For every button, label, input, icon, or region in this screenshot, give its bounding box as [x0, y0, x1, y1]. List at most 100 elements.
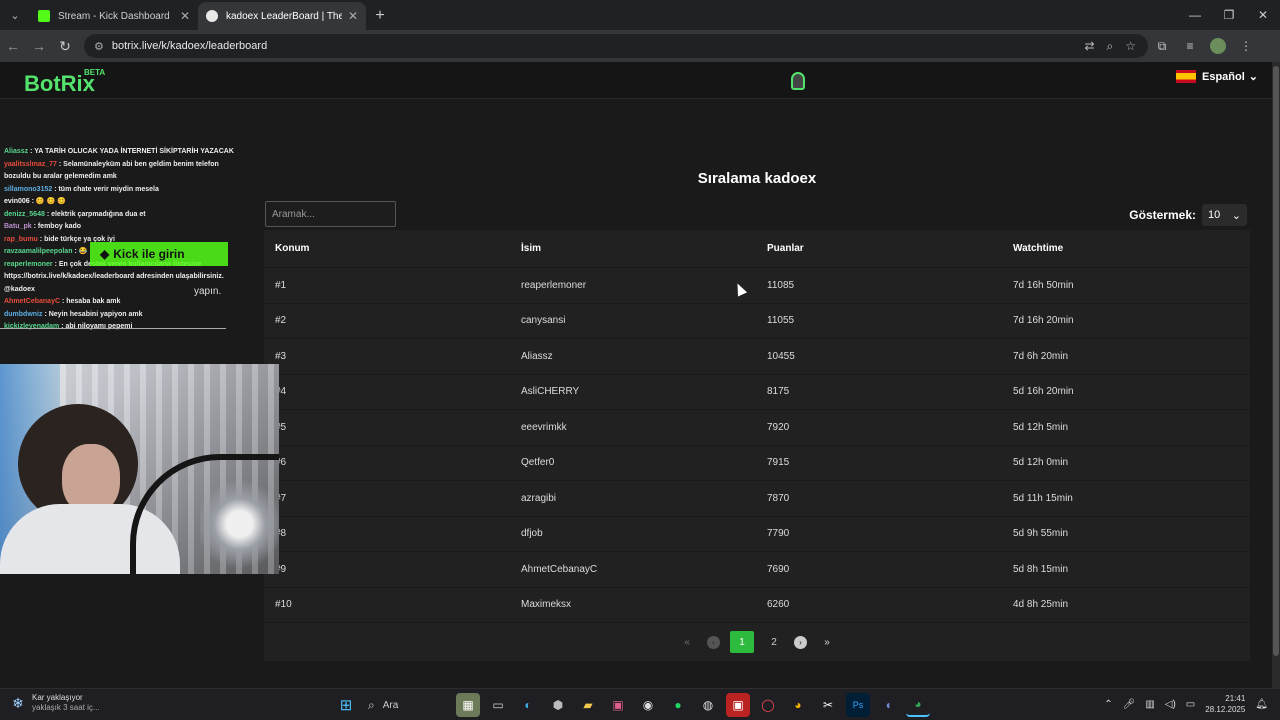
chat-username[interactable]: evin006 [4, 198, 30, 205]
battery-icon[interactable]: ▭ [1186, 699, 1195, 710]
chat-username[interactable]: Batu_pk [4, 223, 32, 230]
watchtime-cell: 7d 16h 20min [1013, 315, 1074, 327]
chrome-icon[interactable]: ◕ [786, 693, 810, 717]
chat-username[interactable]: reaperlemoner [4, 261, 53, 268]
page-size-value: 10 [1208, 209, 1221, 221]
file-explorer-icon[interactable]: ▭ [486, 693, 510, 717]
rank-cell: #8 [275, 528, 287, 540]
chat-username[interactable]: rap_bumu [4, 236, 38, 243]
table-row: #6 Qetfer0 7915 5d 12h 0min [264, 446, 1250, 481]
chat-message: Batu_pk : femboy kado [0, 221, 240, 234]
watchtime-cell: 5d 12h 5min [1013, 421, 1069, 433]
new-tab-button[interactable]: + [366, 2, 394, 30]
language-selector[interactable]: Español ⌄ [1175, 70, 1258, 83]
capcut-icon[interactable]: ✂ [816, 693, 840, 717]
tab-title: kadoex LeaderBoard | The best [226, 10, 342, 22]
app-cube-icon[interactable]: ⬢ [546, 693, 570, 717]
close-tab-icon[interactable]: ✕ [348, 9, 358, 23]
app-dark-icon[interactable]: ◍ [696, 693, 720, 717]
watchtime-cell: 5d 11h 15min [1013, 492, 1073, 504]
minimize-button[interactable]: — [1178, 0, 1212, 30]
clock[interactable]: 21:41 28.12.2025 [1205, 693, 1245, 715]
points-cell: 7690 [767, 563, 790, 575]
table-row: #3 Aliassz 10455 7d 6h 20min [264, 339, 1250, 375]
volume-icon[interactable]: ◁) [1165, 699, 1176, 710]
botrix-logo[interactable]: BotRix BETA [24, 68, 105, 97]
chat-message: yaalitsslmaz_77 : Selamünaleyküm abi ben… [0, 159, 240, 184]
chat-username[interactable]: yaalitsslmaz_77 [4, 161, 57, 168]
window-controls: — ❐ ✕ [1178, 0, 1280, 30]
network-icon[interactable]: ▥ [1145, 699, 1154, 710]
discord-icon[interactable]: ◖ [876, 693, 900, 717]
chat-username[interactable]: dumbdwniz [4, 311, 43, 318]
forward-button[interactable]: → [26, 33, 52, 59]
tab-kick-dashboard[interactable]: Stream - Kick Dashboard ✕ [30, 2, 198, 30]
address-bar[interactable]: ⚙ botrix.live/k/kadoex/leaderboard ⇄ ⌕ ☆ [84, 34, 1148, 58]
rank-cell: #1 [275, 279, 287, 291]
column-header-rank[interactable]: Konum [264, 243, 510, 254]
translate-icon[interactable]: ⇄ [1084, 39, 1094, 53]
tab-search-menu-icon[interactable]: ⌄ [0, 0, 30, 30]
prev-page-button[interactable]: ‹ [707, 635, 720, 649]
page-scrollbar[interactable] [1272, 62, 1280, 688]
restore-button[interactable]: ❐ [1212, 0, 1246, 30]
login-suffix-text: yapın. [194, 286, 222, 297]
tray-chevron-up-icon[interactable]: ⌃ [1104, 699, 1112, 710]
name-cell: reaperlemoner [521, 279, 587, 291]
language-label: Español [1201, 70, 1245, 83]
windows-start-icon[interactable]: ⊞ [334, 693, 358, 717]
microphone-icon[interactable]: 🎤︎ [1123, 699, 1136, 710]
first-page-button[interactable]: « [677, 632, 697, 652]
chat-username[interactable]: denizz_5648 [4, 211, 45, 218]
kick-login-button[interactable]: ◆ Kick ile girin [90, 242, 228, 266]
table-row: #2 canysansi 11055 7d 16h 20min [264, 304, 1250, 339]
last-page-button[interactable]: » [817, 632, 837, 652]
page-2-button[interactable]: 2 [764, 632, 784, 652]
botrix-favicon-icon [206, 10, 218, 22]
folder-icon[interactable]: ▰ [576, 693, 600, 717]
close-window-button[interactable]: ✕ [1246, 0, 1280, 30]
back-button[interactable]: ← [0, 33, 26, 59]
zoom-icon[interactable]: ⌕ [1107, 39, 1114, 54]
widgets-icon[interactable]: ▦ [456, 693, 480, 717]
chat-username[interactable]: AhmetCebanayC [4, 298, 60, 305]
kick-favicon-icon [38, 10, 50, 22]
chat-message: Aliassz : YA TARİH OLUCAK YADA İNTERNETİ… [0, 146, 240, 159]
taskbar-search[interactable]: ⌕ Ara [364, 693, 450, 717]
rank-cell: #5 [275, 421, 287, 433]
tab-botrix-leaderboard[interactable]: kadoex LeaderBoard | The best ✕ [198, 2, 366, 30]
chat-username[interactable]: Aliassz [4, 148, 28, 155]
close-tab-icon[interactable]: ✕ [180, 9, 190, 23]
points-cell: 7920 [767, 421, 790, 433]
edge-icon[interactable]: ◐ [516, 693, 540, 717]
pagination: « ‹ 1 2 › » [264, 623, 1250, 661]
next-page-button[interactable]: › [794, 635, 807, 649]
weather-widget[interactable]: ❄ Kar yaklaşıyor yaklaşık 3 saat iç... [10, 693, 99, 713]
reload-button[interactable]: ↻ [52, 33, 78, 59]
page-size-select[interactable]: 10 ⌄ [1202, 204, 1247, 226]
points-cell: 10455 [767, 350, 795, 362]
site-info-icon[interactable]: ⚙ [94, 40, 104, 53]
chat-username[interactable]: sillamono3152 [4, 186, 52, 193]
steam-icon[interactable]: ◉ [636, 693, 660, 717]
chat-text: : hesaba bak amk [61, 298, 121, 305]
chrome-active-icon[interactable]: ◕ [906, 693, 930, 717]
chat-username[interactable]: ravzaamalilpeepolan [4, 248, 72, 255]
page-1-button[interactable]: 1 [730, 631, 754, 653]
extensions-icon[interactable]: ⧉ [1148, 39, 1176, 54]
column-header-points[interactable]: Puanlar [756, 243, 1002, 254]
column-header-watchtime[interactable]: Watchtime [1002, 243, 1248, 254]
twitch-icon[interactable]: ▣ [606, 693, 630, 717]
notifications-icon[interactable]: 🔔︎ [1255, 699, 1268, 710]
spotify-icon[interactable]: ● [666, 693, 690, 717]
app-red-icon[interactable]: ▣ [726, 693, 750, 717]
profile-avatar[interactable] [1204, 38, 1232, 54]
scrollbar-thumb[interactable] [1273, 66, 1279, 656]
opera-icon[interactable]: ◯ [756, 693, 780, 717]
bookmark-star-icon[interactable]: ☆ [1125, 39, 1136, 53]
search-input[interactable] [265, 201, 396, 227]
browser-menu-icon[interactable]: ⋮ [1232, 39, 1260, 53]
media-controls-icon[interactable]: ≡ [1176, 39, 1204, 53]
column-header-name[interactable]: İsim [510, 243, 756, 254]
photoshop-icon[interactable]: Ps [846, 693, 870, 717]
